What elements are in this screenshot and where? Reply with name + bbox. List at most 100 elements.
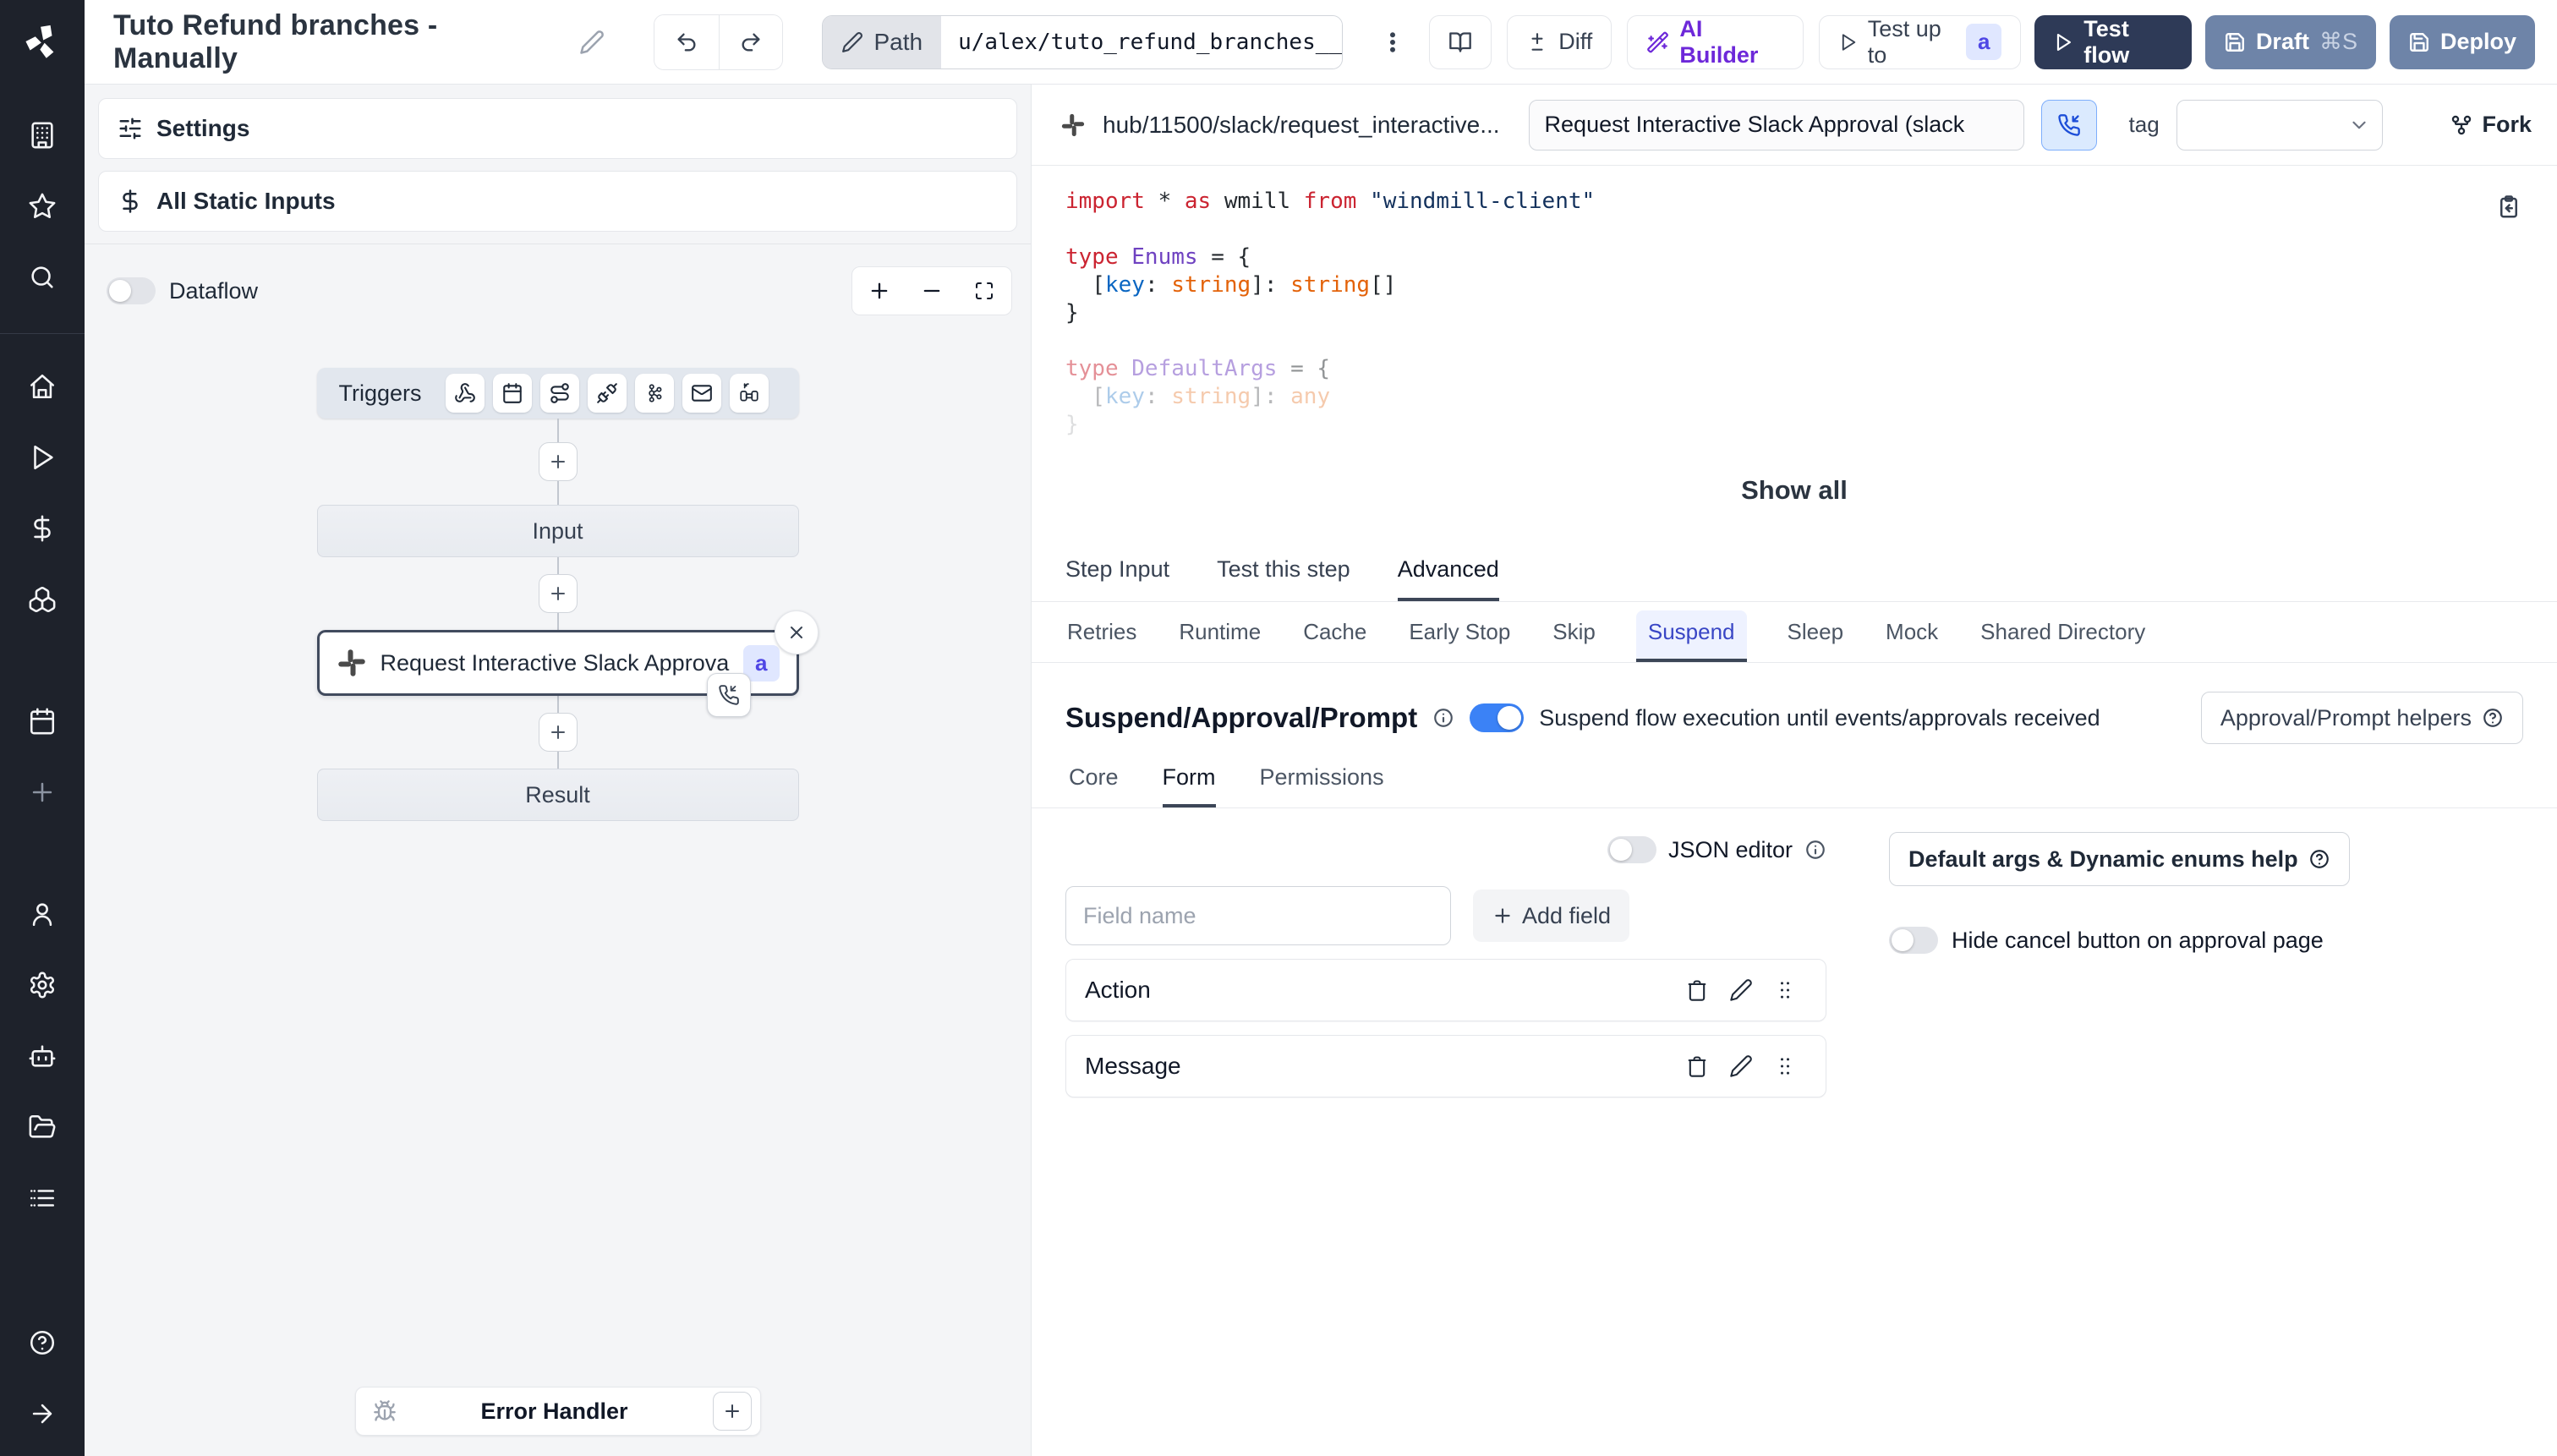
info-icon[interactable] (1432, 707, 1454, 729)
copy-code-clipboard-icon[interactable] (2496, 194, 2521, 220)
runs-play-icon[interactable] (24, 439, 61, 476)
edit-field-pencil-icon[interactable] (1719, 1044, 1763, 1088)
ai-builder-button[interactable]: AI Builder (1627, 14, 1804, 69)
path-value-input[interactable]: u/alex/tuto_refund_branches__ (941, 15, 1343, 68)
websocket-trigger-icon[interactable] (587, 374, 627, 413)
settings-gear-icon[interactable] (24, 966, 61, 1004)
ai-bot-icon[interactable] (24, 1037, 61, 1075)
hub-script-path: hub/11500/slack/request_interactive... (1103, 111, 1500, 138)
tab-test-this-step[interactable]: Test this step (1217, 556, 1350, 601)
tab-cache[interactable]: Cache (1301, 610, 1368, 662)
main-content: Settings All Static Inputs Dataflow Trig… (85, 85, 2557, 1456)
webhook-trigger-icon[interactable] (445, 374, 485, 413)
tag-select[interactable] (2176, 99, 2383, 151)
play-outline-icon (1842, 33, 1855, 51)
tab-skip[interactable]: Skip (1551, 610, 1597, 662)
resources-boxes-icon[interactable] (24, 581, 61, 618)
docs-book-button[interactable] (1429, 14, 1492, 69)
tab-advanced[interactable]: Advanced (1397, 556, 1499, 601)
path-control[interactable]: Path u/alex/tuto_refund_branches__ (822, 14, 1344, 69)
poll-watch-trigger-icon[interactable] (729, 374, 769, 413)
variables-dollar-icon[interactable] (24, 510, 61, 547)
result-node[interactable]: Result (316, 769, 799, 821)
delete-field-trash-icon[interactable] (1675, 968, 1719, 1012)
more-options-kebab-icon[interactable] (1372, 30, 1414, 55)
triggers-node[interactable]: Triggers (316, 368, 799, 419)
step-summary-input[interactable]: Request Interactive Slack Approval (slac… (1528, 99, 2024, 151)
test-flow-button[interactable]: Test flow (2034, 14, 2192, 69)
tab-form[interactable]: Form (1162, 764, 1216, 807)
path-button[interactable]: Path (823, 15, 942, 68)
input-node[interactable]: Input (316, 505, 799, 557)
home-icon[interactable] (24, 368, 61, 405)
hide-cancel-toggle[interactable] (1889, 927, 1938, 954)
folders-icon[interactable] (24, 1108, 61, 1146)
draft-button[interactable]: Draft ⌘S (2204, 14, 2376, 69)
all-static-inputs-button[interactable]: All Static Inputs (98, 171, 1017, 232)
zoom-in-button[interactable] (861, 272, 898, 309)
insert-step-plus-button[interactable] (538, 574, 578, 613)
undo-button[interactable] (654, 14, 719, 69)
insert-step-plus-button[interactable] (538, 713, 578, 752)
edit-title-pencil-icon[interactable] (579, 30, 605, 55)
tab-permissions[interactable]: Permissions (1260, 764, 1384, 807)
audit-list-icon[interactable] (24, 1180, 61, 1217)
code-preview[interactable]: import * as wmill from "windmill-client"… (1032, 166, 2557, 546)
field-name-input[interactable] (1065, 886, 1451, 945)
insert-step-plus-button[interactable] (538, 442, 578, 481)
search-icon[interactable] (24, 259, 61, 296)
drag-handle-grip-icon[interactable] (1763, 1044, 1807, 1088)
fullscreen-button[interactable] (966, 272, 1003, 309)
redo-button[interactable] (718, 14, 783, 69)
tab-retries[interactable]: Retries (1065, 610, 1138, 662)
add-field-button[interactable]: Add field (1473, 889, 1630, 942)
schedule-trigger-icon[interactable] (492, 374, 532, 413)
show-all-button[interactable]: Show all (1032, 475, 2557, 506)
info-icon[interactable] (1804, 839, 1826, 861)
suspend-phone-incoming-button[interactable] (2040, 99, 2097, 151)
drag-handle-grip-icon[interactable] (1763, 968, 1807, 1012)
zoom-out-button[interactable] (913, 272, 950, 309)
email-trigger-icon[interactable] (682, 374, 721, 413)
dataflow-toggle[interactable] (107, 277, 156, 304)
collapse-sidebar-arrow-icon[interactable] (24, 1395, 61, 1432)
diff-button[interactable]: Diff (1507, 14, 1612, 69)
tab-mock[interactable]: Mock (1884, 610, 1940, 662)
json-editor-toggle[interactable] (1607, 836, 1656, 863)
flow-graph: Triggers Input Request Interactive Slack… (85, 368, 1031, 821)
tab-shared-directory[interactable]: Shared Directory (1979, 610, 2147, 662)
tab-core[interactable]: Core (1069, 764, 1119, 807)
edit-field-pencil-icon[interactable] (1719, 968, 1763, 1012)
form-field-row-action: Action (1065, 959, 1826, 1021)
tab-runtime[interactable]: Runtime (1177, 610, 1262, 662)
slack-approval-step-node[interactable]: Request Interactive Slack Approval (... … (316, 610, 819, 717)
tab-suspend[interactable]: Suspend (1635, 610, 1747, 662)
http-route-trigger-icon[interactable] (539, 374, 579, 413)
help-icon[interactable] (24, 1324, 61, 1361)
favorites-star-icon[interactable] (24, 188, 61, 225)
tab-early-stop[interactable]: Early Stop (1407, 610, 1512, 662)
tag-label: tag (2128, 112, 2160, 137)
tab-step-input[interactable]: Step Input (1065, 556, 1169, 601)
deploy-button[interactable]: Deploy (2389, 14, 2535, 69)
test-up-to-button[interactable]: Test up to a (1818, 14, 2022, 69)
add-icon[interactable] (24, 774, 61, 811)
error-handler-node[interactable]: Error Handler (354, 1387, 761, 1436)
kafka-trigger-icon[interactable] (634, 374, 674, 413)
approval-prompt-helpers-button[interactable]: Approval/Prompt helpers (2200, 692, 2523, 744)
add-error-handler-plus-button[interactable] (712, 1392, 752, 1431)
workspace-icon[interactable] (24, 117, 61, 154)
step-id-badge: a (1965, 24, 2002, 60)
default-args-help-button[interactable]: Default args & Dynamic enums help (1889, 832, 2350, 886)
delete-step-close-icon[interactable] (774, 610, 819, 654)
flow-settings-button[interactable]: Settings (98, 98, 1017, 159)
chevron-down-icon (2352, 121, 2366, 129)
delete-field-trash-icon[interactable] (1675, 1044, 1719, 1088)
help-circle-icon (2483, 709, 2502, 727)
suspend-enabled-toggle[interactable] (1470, 703, 1525, 732)
schedules-calendar-icon[interactable] (24, 703, 61, 740)
user-icon[interactable] (24, 895, 61, 933)
tab-sleep[interactable]: Sleep (1786, 610, 1846, 662)
fork-button[interactable]: Fork (2450, 112, 2532, 138)
